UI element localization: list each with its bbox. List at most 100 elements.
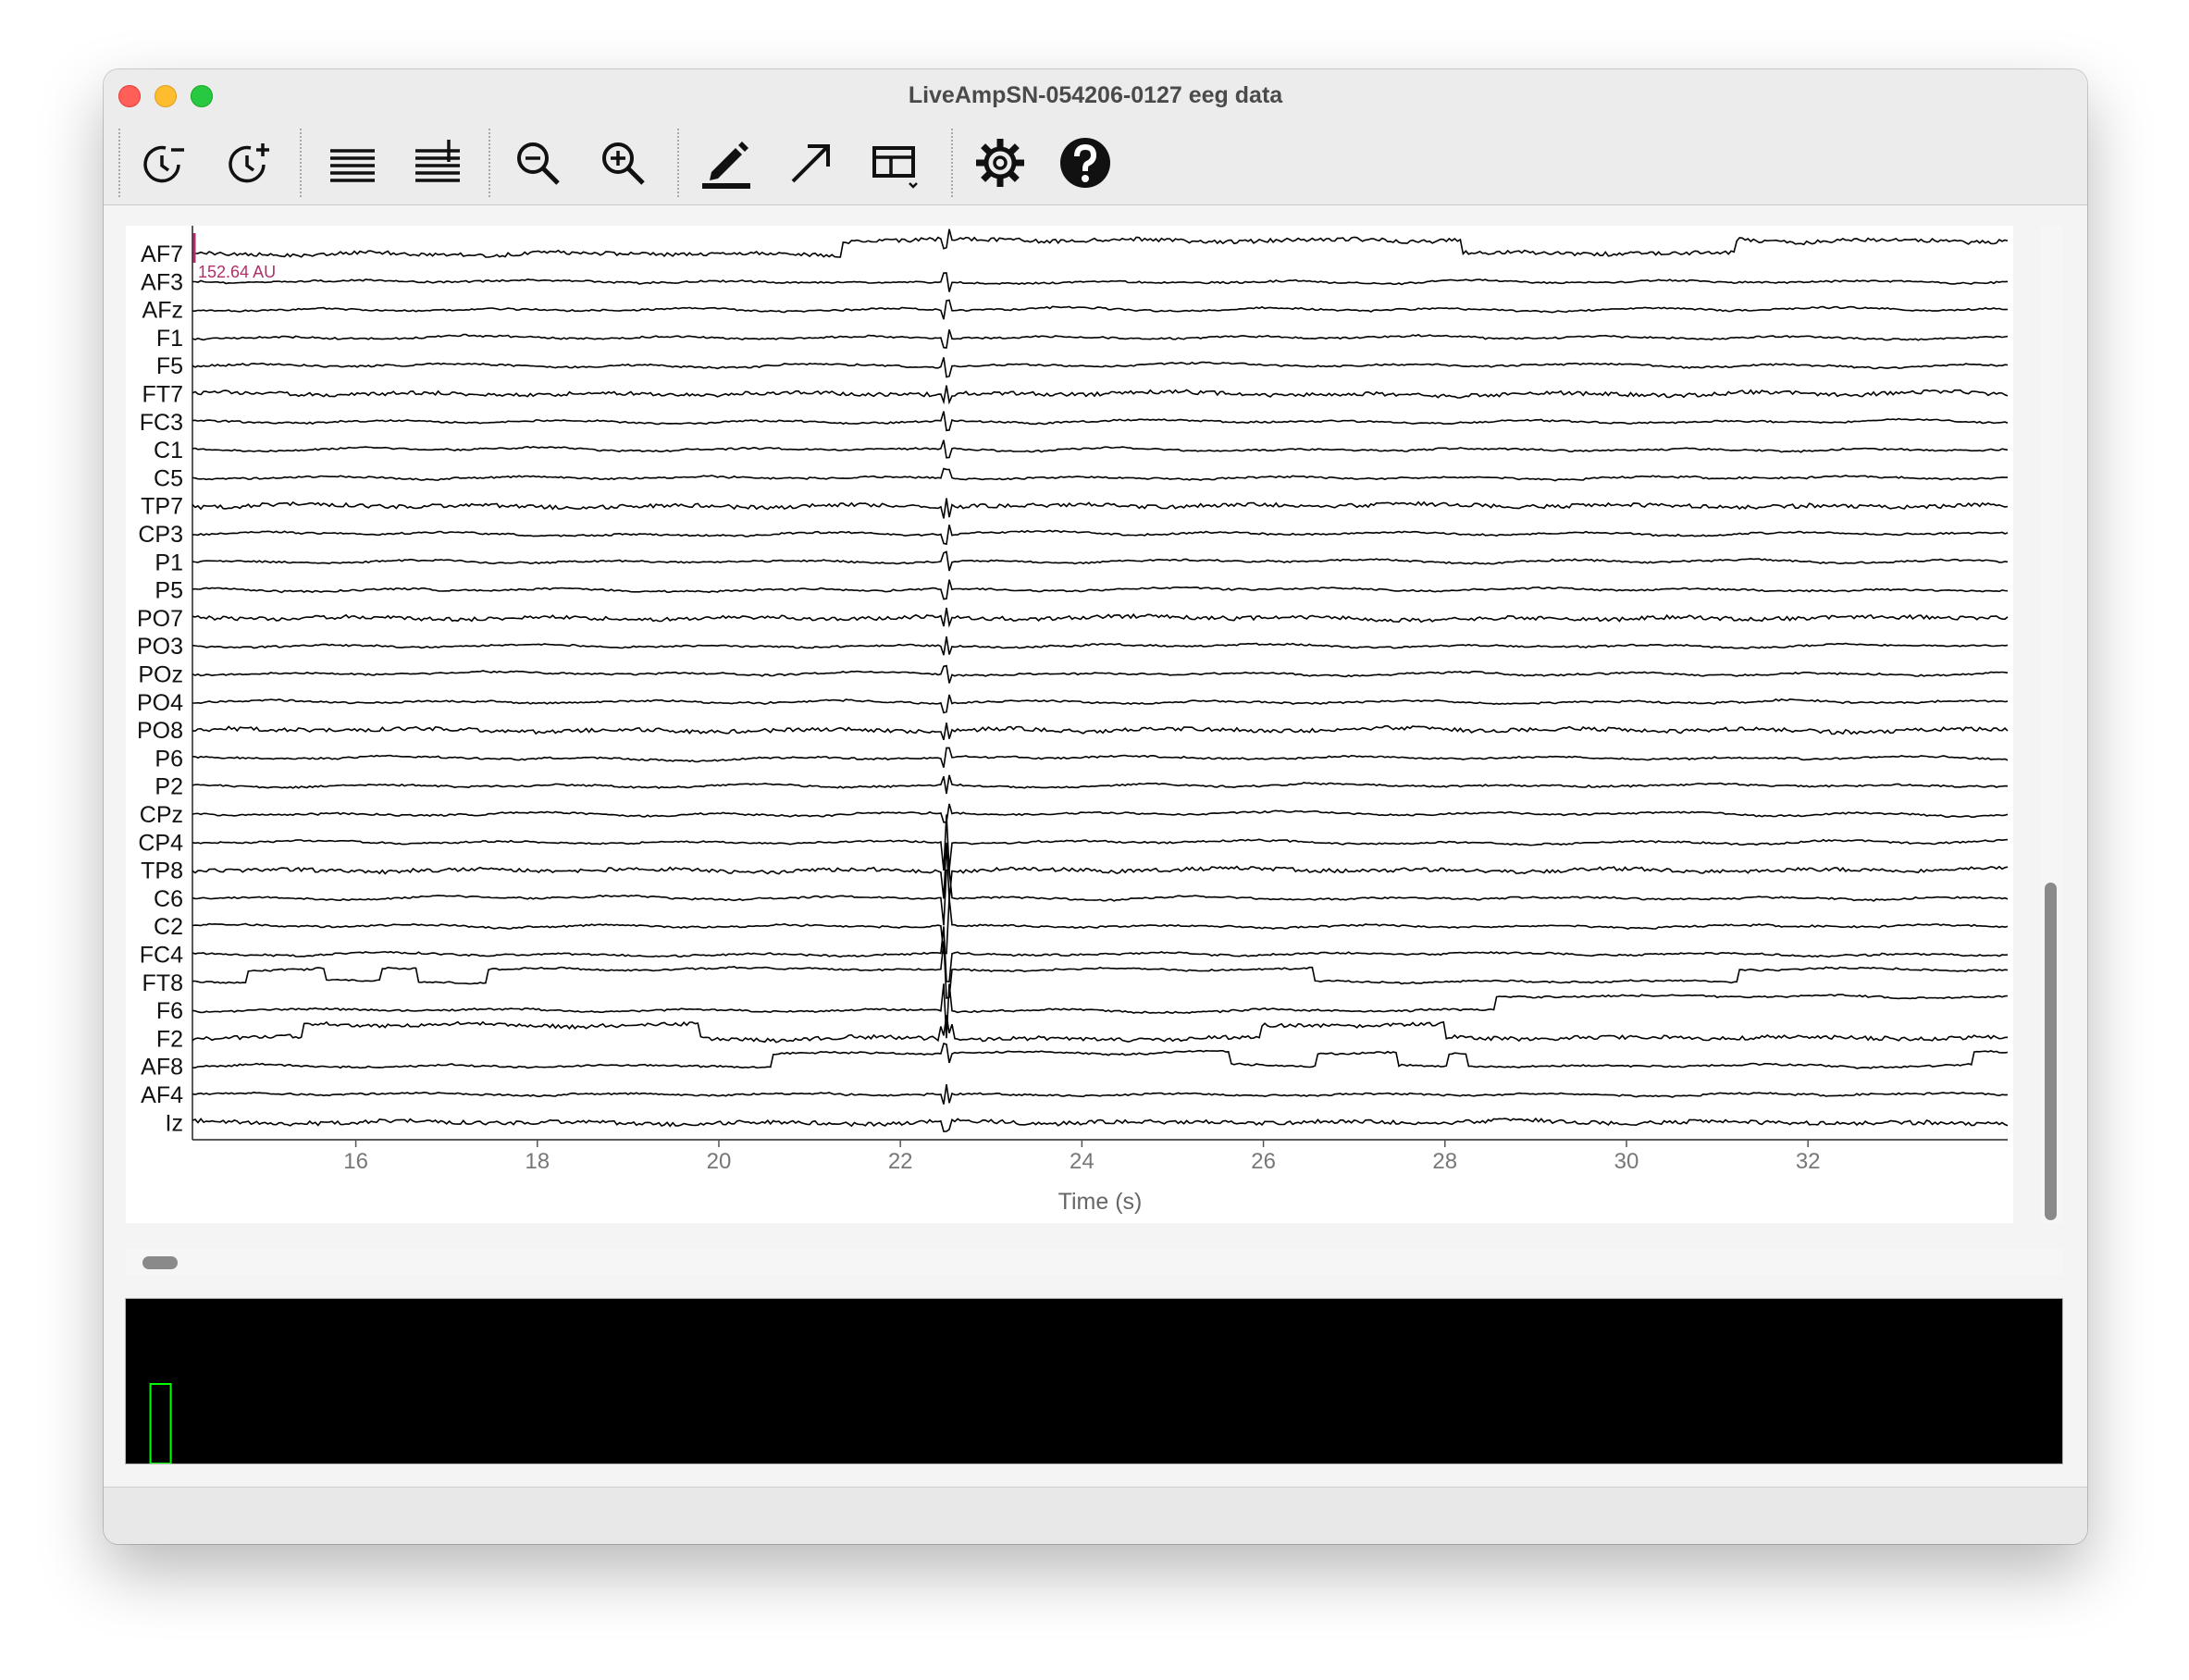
- channel-label: PO3: [137, 634, 183, 660]
- arrow-up-right-icon: [791, 144, 830, 183]
- clock-plus-icon: [229, 143, 269, 183]
- help-button[interactable]: [1055, 132, 1116, 193]
- x-tick-label: 18: [525, 1149, 550, 1174]
- channel-label: C1: [154, 438, 183, 463]
- x-tick-label: 32: [1796, 1149, 1821, 1174]
- app-window: LiveAmpSN-054206-0127 eeg data AF7 AF3 A…: [104, 69, 2087, 1544]
- channel-label: AFz: [142, 298, 183, 324]
- lines-plus-icon: [415, 140, 460, 182]
- overview-window-marker: [149, 1383, 172, 1464]
- channel-trace: [192, 869, 2009, 926]
- content-area: AF7 AF3 AFz F1 F5 FT7 FC3 C1 C5 TP7 CP3 P1 P5 PO7 PO3 P…: [104, 205, 2087, 1544]
- channel-trace: [192, 385, 2009, 405]
- increase-channels-button[interactable]: [407, 132, 468, 193]
- decrease-time-scale-button[interactable]: [133, 132, 194, 193]
- overview-panel[interactable]: [126, 1299, 2062, 1464]
- channel-label: TP7: [141, 494, 183, 520]
- horizontal-scrollbar[interactable]: [126, 1249, 2062, 1275]
- channel-trace: [192, 272, 2009, 292]
- settings-button[interactable]: [970, 132, 1031, 193]
- channel-trace: [192, 357, 2009, 378]
- channel-trace: [192, 550, 2009, 572]
- channel-trace: [192, 411, 2009, 432]
- window-title: LiveAmpSN-054206-0127 eeg data: [908, 82, 1283, 108]
- channel-label: F5: [156, 353, 183, 379]
- channel-label: AF8: [141, 1055, 183, 1081]
- channel-trace: [192, 803, 2009, 823]
- layout-button[interactable]: [866, 132, 927, 193]
- zoom-in-button[interactable]: [592, 132, 653, 193]
- channel-label: P1: [155, 550, 183, 575]
- channel-label: PO8: [137, 718, 183, 744]
- x-tick-label: 26: [1251, 1149, 1276, 1174]
- increase-time-scale-button[interactable]: [218, 132, 279, 193]
- annotate-button[interactable]: [696, 132, 757, 193]
- vertical-scrollbar[interactable]: [2040, 226, 2062, 1223]
- channel-trace: [192, 941, 2009, 999]
- channel-trace: [192, 299, 2009, 320]
- decrease-channels-button[interactable]: [322, 132, 383, 193]
- channel-label: PO7: [137, 606, 183, 632]
- channel-trace: [192, 983, 2009, 1039]
- eeg-plot[interactable]: AF7 AF3 AFz F1 F5 FT7 FC3 C1 C5 TP7 CP3 P1 P5 PO7 PO3 P…: [126, 226, 2013, 1223]
- channel-label: FT7: [142, 382, 183, 408]
- x-tick-label: 16: [343, 1149, 368, 1174]
- channel-trace: [192, 814, 2009, 871]
- channel-label: P6: [155, 746, 183, 772]
- channel-label: P2: [155, 774, 183, 800]
- channel-label: CPz: [140, 802, 183, 828]
- channel-trace: [192, 579, 2009, 600]
- channel-trace: [192, 926, 2009, 982]
- channel-label: F1: [156, 326, 183, 352]
- channel-label: CP4: [138, 830, 183, 856]
- toolbar: [104, 121, 2087, 205]
- vertical-scrollbar-thumb[interactable]: [2045, 883, 2057, 1220]
- channel-trace: [192, 1117, 2009, 1132]
- status-bar: [104, 1487, 2087, 1544]
- channel-trace: [192, 607, 2009, 628]
- zoom-out-icon: [517, 142, 560, 185]
- title-bar: LiveAmpSN-054206-0127 eeg data: [104, 69, 2087, 121]
- zoom-in-icon: [602, 142, 645, 185]
- toolbar-separator: [677, 129, 679, 197]
- horizontal-scrollbar-thumb[interactable]: [142, 1256, 178, 1269]
- layout-grid-icon: [872, 146, 918, 189]
- lines-icon: [330, 149, 375, 182]
- channel-label: C5: [154, 465, 183, 491]
- channel-trace: [192, 842, 2009, 901]
- channel-label: TP8: [141, 859, 183, 884]
- x-tick-label: 20: [707, 1149, 732, 1174]
- channel-trace: [192, 774, 2009, 795]
- channel-label: CP3: [138, 522, 183, 548]
- scale-bar-label: 152.64 AU: [198, 263, 276, 281]
- x-tick-label: 30: [1614, 1149, 1639, 1174]
- channel-label: AF3: [141, 269, 183, 295]
- zoom-out-button[interactable]: [507, 132, 568, 193]
- channel-trace: [192, 498, 2009, 519]
- overview-chart: [149, 1383, 172, 1464]
- channel-label: F2: [156, 1026, 183, 1052]
- channel-label: POz: [138, 662, 183, 688]
- event-arrow-button[interactable]: [781, 132, 842, 193]
- eeg-chart: AF7AF3AFzF1F5FT7FC3C1C5TP7CP3P1P5PO7PO3P…: [137, 226, 2009, 1215]
- channel-trace: [192, 664, 2009, 684]
- x-axis-label: Time (s): [1058, 1189, 1143, 1215]
- toolbar-separator: [118, 129, 120, 197]
- channel-label: F6: [156, 998, 183, 1024]
- clock-minus-icon: [143, 145, 184, 183]
- channel-label: C2: [154, 914, 183, 940]
- channel-trace: [192, 747, 2009, 768]
- channel-label: FC4: [140, 943, 183, 969]
- channel-label: FT8: [142, 970, 183, 996]
- channel-trace: [192, 229, 2009, 258]
- channel-trace: [192, 694, 2009, 714]
- channel-label: PO4: [137, 690, 183, 716]
- x-tick-label: 22: [888, 1149, 913, 1174]
- channel-label: Iz: [166, 1110, 183, 1136]
- channel-trace: [192, 897, 2009, 955]
- channel-label: C6: [154, 886, 183, 912]
- channel-trace: [192, 1083, 2009, 1105]
- toolbar-separator: [300, 129, 302, 197]
- pen-icon: [702, 142, 750, 189]
- channel-label: FC3: [140, 410, 183, 436]
